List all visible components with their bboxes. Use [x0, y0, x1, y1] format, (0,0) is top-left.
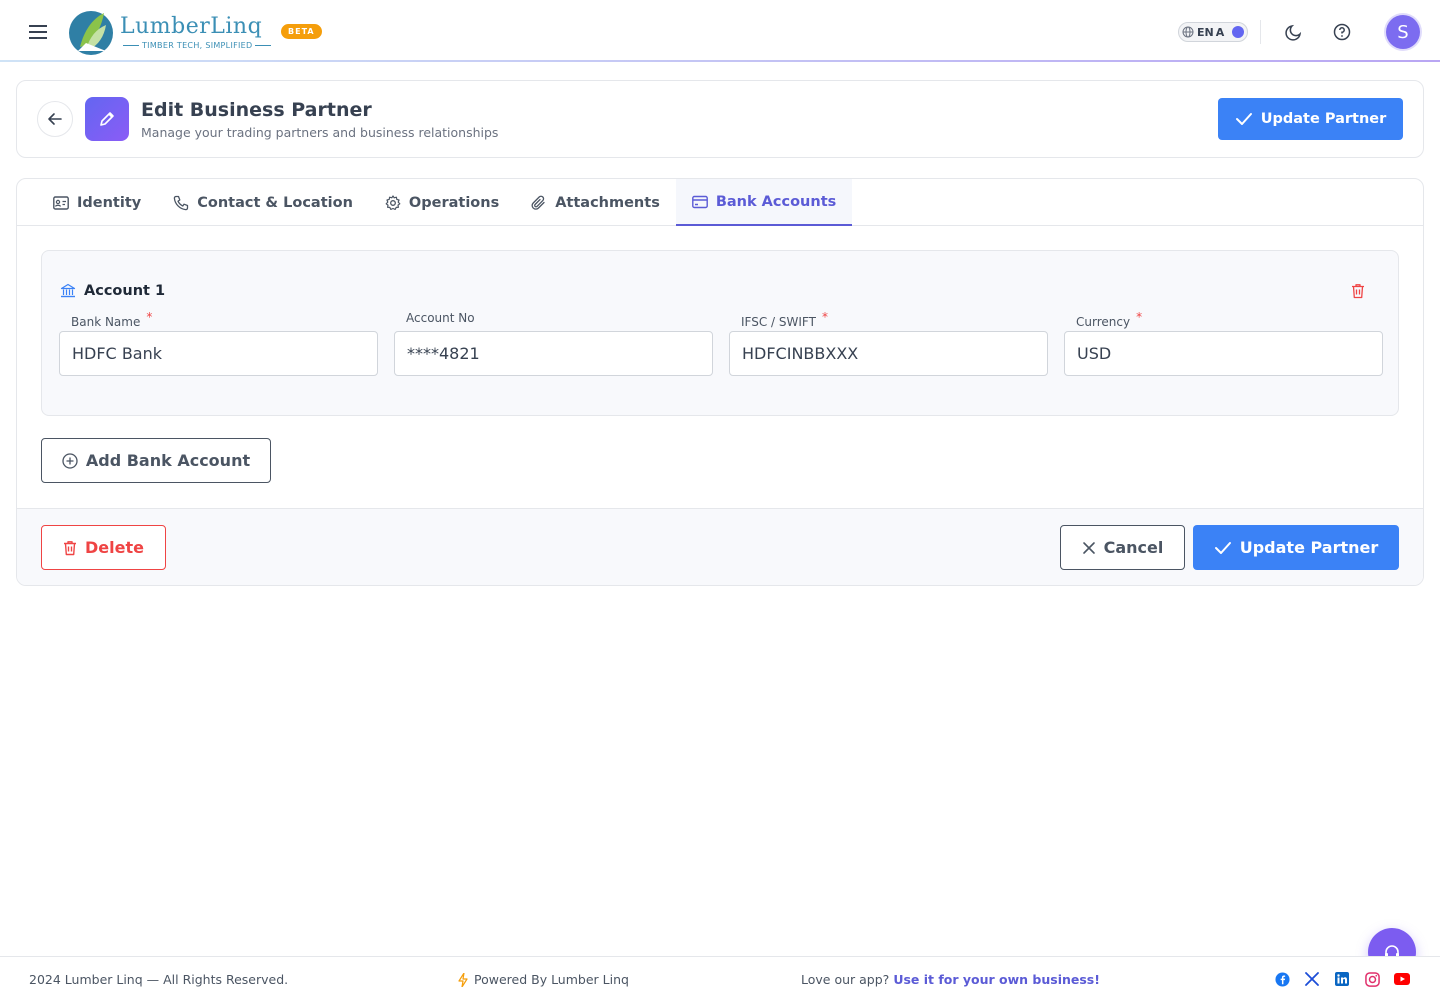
- language-label: EN: [1197, 25, 1214, 39]
- update-partner-button-top[interactable]: Update Partner: [1218, 98, 1403, 140]
- check-icon: [1235, 113, 1252, 125]
- update-partner-button-bottom[interactable]: Update Partner: [1193, 525, 1399, 570]
- brand-logo[interactable]: LumberLinq TIMBER TECH, SIMPLIFIED: [66, 6, 274, 58]
- tab-label: Bank Accounts: [715, 193, 837, 210]
- credit-card-icon: [691, 195, 708, 208]
- arrow-left-icon: [48, 113, 62, 125]
- tab-operations[interactable]: Operations: [369, 179, 515, 226]
- ifsc-swift-input[interactable]: [729, 331, 1048, 376]
- cancel-label: Cancel: [1103, 538, 1164, 557]
- moon-icon[interactable]: [1282, 20, 1306, 44]
- logo-mark-icon: [69, 11, 113, 55]
- check-icon: [1214, 541, 1231, 554]
- copyright-text: 2024 Lumber Linq — All Rights Reserved.: [29, 972, 289, 987]
- required-marker: *: [1136, 310, 1143, 324]
- beta-badge: BETA: [281, 24, 322, 39]
- social-links: [1274, 971, 1424, 987]
- tab-identity[interactable]: Identity: [37, 179, 157, 226]
- update-partner-label: Update Partner: [1239, 538, 1379, 557]
- instagram-icon[interactable]: [1364, 971, 1380, 987]
- required-marker: *: [821, 310, 828, 324]
- update-partner-label: Update Partner: [1260, 111, 1387, 127]
- language-toggle[interactable]: EN A: [1178, 22, 1248, 42]
- youtube-icon[interactable]: [1394, 971, 1410, 987]
- delete-label: Delete: [85, 538, 144, 557]
- back-button[interactable]: [37, 101, 73, 137]
- currency-input[interactable]: [1064, 331, 1383, 376]
- page-title: Edit Business Partner: [141, 99, 372, 121]
- page-header-card: Edit Business Partner Manage your tradin…: [16, 80, 1424, 158]
- header-divider: [1260, 20, 1261, 44]
- tab-label: Contact & Location: [197, 194, 353, 211]
- tab-label: Identity: [77, 194, 142, 211]
- powered-by-text: Powered By Lumber Linq: [474, 972, 629, 987]
- phone-icon: [173, 195, 189, 210]
- bank-name-input[interactable]: [59, 331, 378, 376]
- delete-partner-button[interactable]: Delete: [41, 525, 166, 570]
- tab-attachments[interactable]: Attachments: [515, 179, 676, 226]
- pencil-icon: [85, 97, 129, 141]
- top-bar: LumberLinq TIMBER TECH, SIMPLIFIED BETA …: [0, 0, 1440, 62]
- account-heading: Account 1: [84, 283, 166, 299]
- tab-contact-location[interactable]: Contact & Location: [157, 179, 369, 226]
- add-bank-account-label: Add Bank Account: [85, 451, 251, 470]
- ifsc-swift-field: IFSC / SWIFT *: [729, 309, 1048, 376]
- bank-account-panel: Account 1 Bank Name * Account No IFSC / S…: [41, 250, 1399, 416]
- tab-label: Attachments: [555, 194, 660, 211]
- brand-name: LumberLinq: [120, 13, 263, 39]
- x-twitter-icon[interactable]: [1304, 971, 1320, 987]
- form-action-bar: Delete Cancel Update Partner: [17, 508, 1423, 585]
- delete-account-button[interactable]: [1348, 281, 1368, 301]
- love-text: Love our app?: [801, 972, 890, 987]
- tab-bar: Identity Contact & Location Operations A…: [17, 179, 1423, 226]
- language-alt-label: A: [1215, 25, 1225, 39]
- currency-field: Currency *: [1064, 309, 1383, 376]
- trash-icon: [64, 540, 77, 555]
- trash-icon: [1352, 284, 1364, 299]
- brand-tagline: TIMBER TECH, SIMPLIFIED: [142, 40, 253, 50]
- paperclip-icon: [531, 195, 545, 210]
- powered-by: Powered By Lumber Linq: [458, 972, 629, 987]
- help-icon[interactable]: [1330, 20, 1354, 44]
- page-footer: 2024 Lumber Linq — All Rights Reserved. …: [0, 956, 1440, 1000]
- partner-form-card: Identity Contact & Location Operations A…: [16, 178, 1424, 586]
- close-icon: [1082, 541, 1095, 554]
- gear-icon: [385, 194, 401, 210]
- globe-icon: [1182, 26, 1194, 38]
- lightning-icon: [458, 972, 468, 987]
- page-subtitle: Manage your trading partners and busines…: [141, 125, 499, 140]
- plus-circle-icon: [62, 452, 78, 469]
- bank-icon: [60, 283, 76, 298]
- hamburger-menu-icon[interactable]: [24, 18, 52, 46]
- field-label: IFSC / SWIFT: [741, 315, 816, 329]
- bank-name-field: Bank Name *: [59, 309, 378, 376]
- linkedin-icon[interactable]: [1334, 971, 1350, 987]
- facebook-icon[interactable]: [1274, 971, 1290, 987]
- id-card-icon: [53, 195, 69, 210]
- field-label: Currency: [1076, 315, 1131, 329]
- required-marker: *: [146, 310, 153, 324]
- tab-label: Operations: [408, 194, 500, 211]
- toggle-knob: [1232, 26, 1244, 38]
- add-bank-account-button[interactable]: Add Bank Account: [41, 438, 271, 483]
- promo-link[interactable]: Use it for your own business!: [893, 972, 1100, 987]
- account-no-field: Account No: [394, 309, 713, 376]
- cancel-button[interactable]: Cancel: [1060, 525, 1185, 570]
- field-label: Account No: [406, 311, 475, 325]
- tab-bank-accounts[interactable]: Bank Accounts: [675, 179, 853, 226]
- field-label: Bank Name: [71, 315, 141, 329]
- user-avatar[interactable]: S: [1386, 15, 1420, 49]
- promo-text: Love our app? Use it for your own busines…: [801, 972, 1100, 987]
- account-no-input[interactable]: [394, 331, 713, 376]
